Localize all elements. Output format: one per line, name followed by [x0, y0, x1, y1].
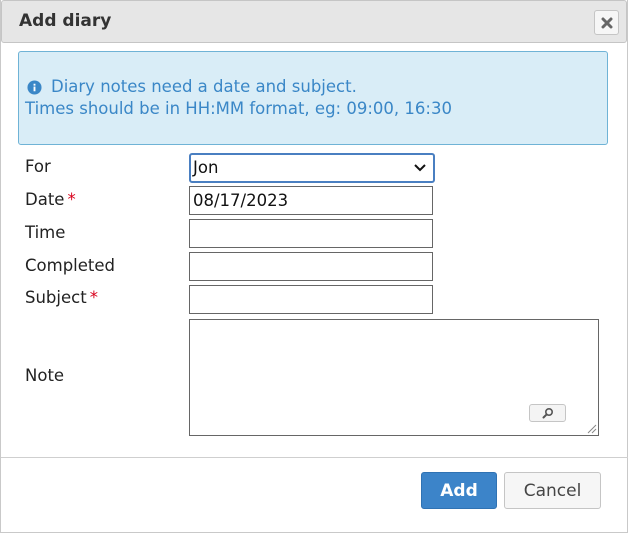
info-icon [27, 79, 42, 95]
close-icon [601, 17, 612, 28]
for-label: For [25, 157, 51, 176]
subject-required-mark: * [89, 288, 98, 307]
info-message-1: Diary notes need a date and subject. [51, 77, 357, 96]
info-message-2: Times should be in HH:MM format, eg: 09:… [25, 99, 452, 118]
info-line-1-row: Diary notes need a date and subject. [27, 77, 357, 96]
subject-input[interactable] [189, 285, 433, 314]
completed-label: Completed [25, 256, 115, 275]
for-select[interactable]: Jon [189, 153, 435, 183]
completed-input[interactable] [189, 252, 433, 281]
dialog-titlebar[interactable]: Add diary [1, 0, 627, 43]
note-zoom-button[interactable] [529, 404, 566, 422]
add-diary-dialog: Add diary Diary notes need a date and su… [0, 0, 628, 533]
cancel-button[interactable]: Cancel [504, 472, 601, 509]
close-button[interactable] [594, 10, 619, 35]
date-label-text: Date [25, 190, 65, 209]
subject-label-text: Subject [25, 288, 87, 307]
time-input[interactable] [189, 219, 433, 248]
info-alert: Diary notes need a date and subject. Tim… [18, 51, 608, 145]
dialog-title: Add diary [19, 11, 112, 31]
magnifier-icon [542, 407, 553, 419]
date-required-mark: * [67, 190, 76, 209]
resize-grip-icon[interactable] [587, 424, 597, 434]
subject-label: Subject * [25, 288, 98, 307]
add-button[interactable]: Add [421, 472, 497, 509]
time-label: Time [25, 223, 66, 242]
for-select-value: Jon [193, 158, 219, 177]
date-label: Date * [25, 190, 76, 209]
note-label: Note [25, 366, 65, 385]
date-input[interactable] [189, 186, 433, 215]
footer-divider [1, 457, 628, 458]
chevron-down-icon [414, 164, 426, 172]
